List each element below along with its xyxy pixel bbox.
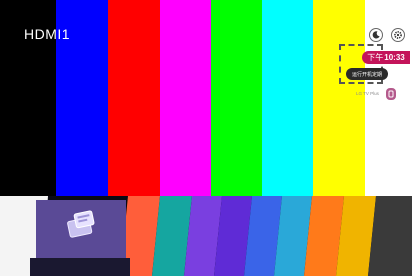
accessory-button[interactable] xyxy=(386,88,396,100)
color-bar-red xyxy=(108,0,160,196)
tv-plus-label: LG TV Plus xyxy=(356,91,379,96)
clock-badge: 下午 10:33 xyxy=(362,51,410,64)
schedule-button[interactable]: 运行开机定期 xyxy=(346,68,388,80)
input-source-title: HDMI1 xyxy=(24,26,71,42)
time-value: 10:33 xyxy=(384,53,405,62)
settings-button[interactable] xyxy=(391,28,405,42)
time-prefix: 下午 xyxy=(367,53,384,62)
tv-screen: HDMI1 下午 10:33 运行开机定期 LG TV Plus xyxy=(0,0,412,276)
launcher-tile-input-label-area xyxy=(30,258,130,276)
input-source-icon xyxy=(67,210,95,238)
color-bar-yellow xyxy=(313,0,365,196)
accessory-icon xyxy=(388,90,394,98)
launcher-tile-input-selected[interactable] xyxy=(36,200,126,258)
color-bar-magenta xyxy=(160,0,211,196)
moon-button[interactable] xyxy=(369,28,383,42)
gear-icon xyxy=(394,31,402,39)
launcher-bar xyxy=(0,196,412,276)
color-bar-green xyxy=(211,0,262,196)
moon-icon xyxy=(372,31,380,39)
color-bar-cyan xyxy=(262,0,313,196)
